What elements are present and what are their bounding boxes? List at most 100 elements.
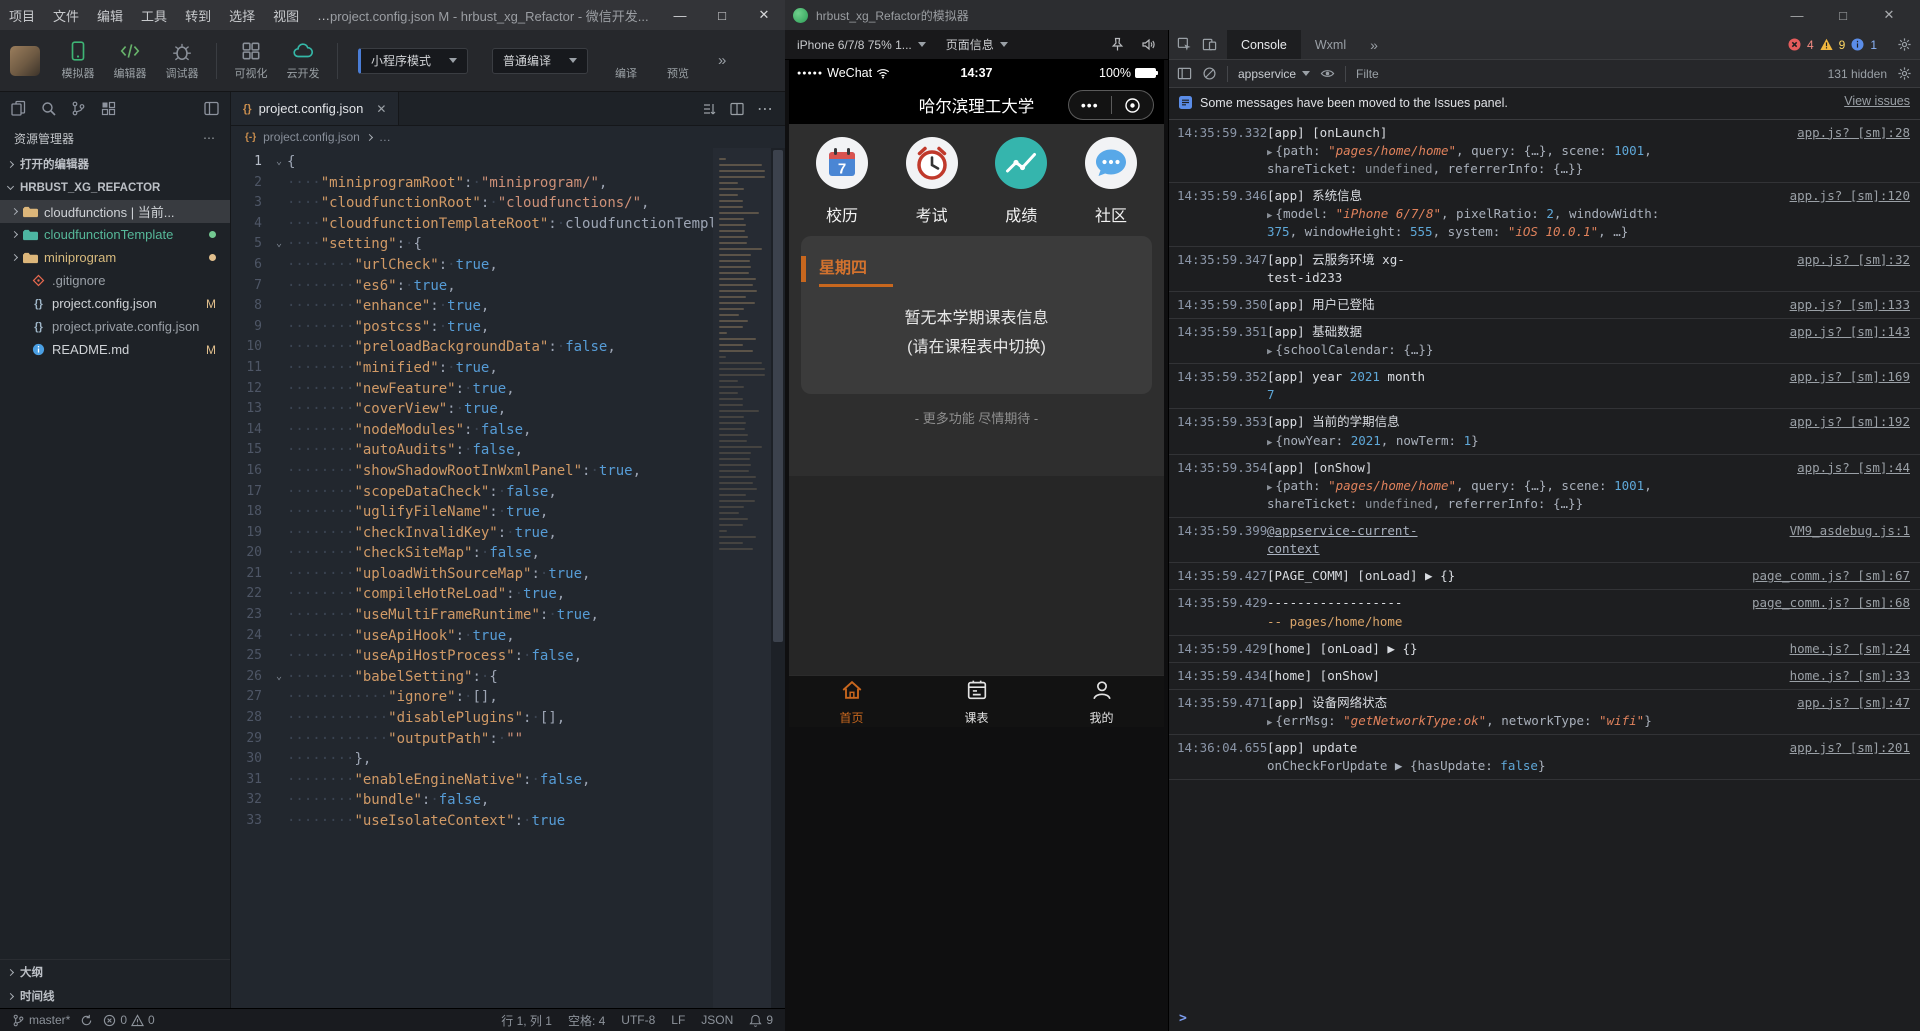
settings-gear-icon[interactable]: [1897, 37, 1912, 52]
toolbar-more-button[interactable]: »: [718, 52, 726, 69]
fold-toggle-icon[interactable]: [271, 461, 287, 482]
fold-toggle-icon[interactable]: [271, 379, 287, 400]
expand-arrow-icon[interactable]: ▶: [1267, 211, 1272, 221]
minimize-button[interactable]: —: [1774, 0, 1820, 30]
menu-item-编辑[interactable]: 编辑: [88, 0, 132, 30]
fold-toggle-icon[interactable]: [271, 543, 287, 564]
capsule-close-icon[interactable]: [1112, 97, 1154, 114]
fold-toggle-icon[interactable]: [271, 564, 287, 585]
close-button[interactable]: ✕: [1866, 0, 1912, 30]
problems-indicator[interactable]: 0 0: [103, 1013, 155, 1027]
app-tab-我的[interactable]: 我的: [1039, 676, 1164, 727]
source-control-icon[interactable]: [70, 100, 87, 117]
view-issues-link[interactable]: View issues: [1844, 94, 1910, 108]
devtools-tab-Wxml[interactable]: Wxml: [1301, 30, 1360, 59]
log-source-link[interactable]: app.js? [sm]:120: [1669, 187, 1910, 205]
fold-toggle-icon[interactable]: [271, 399, 287, 420]
fold-toggle-icon[interactable]: [271, 584, 287, 605]
fold-toggle-icon[interactable]: [271, 646, 287, 667]
preview-button[interactable]: 预览: [652, 40, 704, 81]
log-source-link[interactable]: app.js? [sm]:143: [1669, 323, 1910, 341]
log-source-link[interactable]: page_comm.js? [sm]:67: [1669, 567, 1910, 585]
expand-arrow-icon[interactable]: ▶: [1267, 148, 1272, 158]
fold-toggle-icon[interactable]: [271, 296, 287, 317]
fold-toggle-icon[interactable]: [271, 358, 287, 379]
app-grid-item-考试[interactable]: 考试: [905, 136, 959, 226]
log-source-link[interactable]: app.js? [sm]:44: [1669, 459, 1910, 477]
fold-toggle-icon[interactable]: [271, 255, 287, 276]
split-editor-icon[interactable]: [729, 101, 745, 117]
fold-toggle-icon[interactable]: [271, 790, 287, 811]
close-button[interactable]: ✕: [743, 0, 785, 30]
tree-item-cloudfunctions[interactable]: cloudfunctions | 当前...: [0, 200, 230, 223]
language-mode[interactable]: JSON: [701, 1013, 733, 1027]
breadcrumb[interactable]: {-} project.config.json …: [231, 126, 785, 148]
compare-changes-icon[interactable]: [701, 101, 717, 117]
minimize-button[interactable]: —: [659, 0, 701, 30]
code-editor[interactable]: 1 ⌄{2 ····"miniprogramRoot":·"miniprogram/…: [231, 148, 785, 1008]
more-tabs-button[interactable]: »: [1370, 37, 1378, 53]
fold-toggle-icon[interactable]: [271, 440, 287, 461]
app-tab-首页[interactable]: 首页: [789, 676, 914, 727]
console-prompt[interactable]: >: [1169, 1006, 1920, 1031]
open-editors-section[interactable]: 打开的编辑器: [0, 152, 230, 176]
fold-toggle-icon[interactable]: [271, 276, 287, 297]
fold-toggle-icon[interactable]: ⌄: [271, 234, 287, 255]
git-branch-indicator[interactable]: master*: [12, 1013, 70, 1027]
fold-toggle-icon[interactable]: [271, 420, 287, 441]
fold-toggle-icon[interactable]: ⌄: [271, 667, 287, 688]
maximize-button[interactable]: □: [1820, 0, 1866, 30]
expand-arrow-icon[interactable]: ▶: [1267, 347, 1272, 357]
log-source-link[interactable]: VM9_asdebug.js:1: [1669, 522, 1910, 540]
eye-icon[interactable]: [1320, 66, 1335, 81]
app-grid-item-校历[interactable]: 7 校历: [815, 136, 869, 226]
extensions-icon[interactable]: [100, 100, 117, 117]
cursor-position[interactable]: 行 1, 列 1: [501, 1012, 552, 1029]
menu-item-项目[interactable]: 项目: [0, 0, 44, 30]
log-source-link[interactable]: app.js? [sm]:169: [1669, 368, 1910, 386]
device-toolbar-icon[interactable]: [1202, 37, 1217, 52]
timeline-section[interactable]: 时间线: [0, 984, 230, 1008]
fold-toggle-icon[interactable]: [271, 482, 287, 503]
toolbar-button-云开发[interactable]: 云开发: [277, 40, 329, 81]
tree-item-.gitignore[interactable]: .gitignore: [0, 269, 230, 292]
menu-item-选择[interactable]: 选择: [220, 0, 264, 30]
app-tab-课表[interactable]: 课表: [914, 676, 1039, 727]
menu-item-文件[interactable]: 文件: [44, 0, 88, 30]
fold-toggle-icon[interactable]: [271, 811, 287, 832]
console-settings-gear-icon[interactable]: [1897, 66, 1912, 81]
sync-icon[interactable]: [80, 1014, 93, 1027]
fold-toggle-icon[interactable]: [271, 173, 287, 194]
capsule-more-button[interactable]: •••: [1069, 97, 1111, 113]
menu-item-视图[interactable]: 视图: [264, 0, 308, 30]
fold-toggle-icon[interactable]: [271, 523, 287, 544]
tree-item-project.config.json[interactable]: {} project.config.json M: [0, 292, 230, 315]
toolbar-button-可视化[interactable]: 可视化: [225, 40, 277, 81]
device-select[interactable]: iPhone 6/7/8 75% 1...: [797, 38, 926, 52]
fold-toggle-icon[interactable]: [271, 770, 287, 791]
fold-toggle-icon[interactable]: [271, 729, 287, 750]
execution-context-select[interactable]: appservice: [1238, 67, 1311, 81]
files-icon[interactable]: [10, 100, 27, 117]
tree-item-cloudfunctionTemplate[interactable]: cloudfunctionTemplate: [0, 223, 230, 246]
fold-toggle-icon[interactable]: [271, 502, 287, 523]
toolbar-button-调试器[interactable]: 调试器: [156, 40, 208, 81]
toolbar-button-模拟器[interactable]: 模拟器: [52, 40, 104, 81]
menu-item-转到[interactable]: 转到: [176, 0, 220, 30]
log-source-link[interactable]: app.js? [sm]:133: [1669, 296, 1910, 314]
app-grid-item-社区[interactable]: 社区: [1084, 136, 1138, 226]
tab-project-config-json[interactable]: {} project.config.json ✕: [231, 92, 400, 125]
collapse-panel-icon[interactable]: [203, 100, 220, 117]
minimap[interactable]: [713, 148, 771, 1008]
expand-arrow-icon[interactable]: ▶: [1267, 718, 1272, 728]
log-source-link[interactable]: app.js? [sm]:47: [1669, 694, 1910, 712]
log-source-link[interactable]: app.js? [sm]:192: [1669, 413, 1910, 431]
outline-section[interactable]: 大纲: [0, 960, 230, 984]
console-sidebar-icon[interactable]: [1177, 66, 1192, 81]
expand-arrow-icon[interactable]: ▶: [1267, 483, 1272, 493]
fold-toggle-icon[interactable]: [271, 214, 287, 235]
pin-icon[interactable]: [1110, 37, 1125, 52]
compile-mode-select[interactable]: 普通编译: [492, 47, 589, 74]
console-filter-input[interactable]: [1356, 66, 1405, 81]
toolbar-button-编辑器[interactable]: 编辑器: [104, 40, 156, 81]
